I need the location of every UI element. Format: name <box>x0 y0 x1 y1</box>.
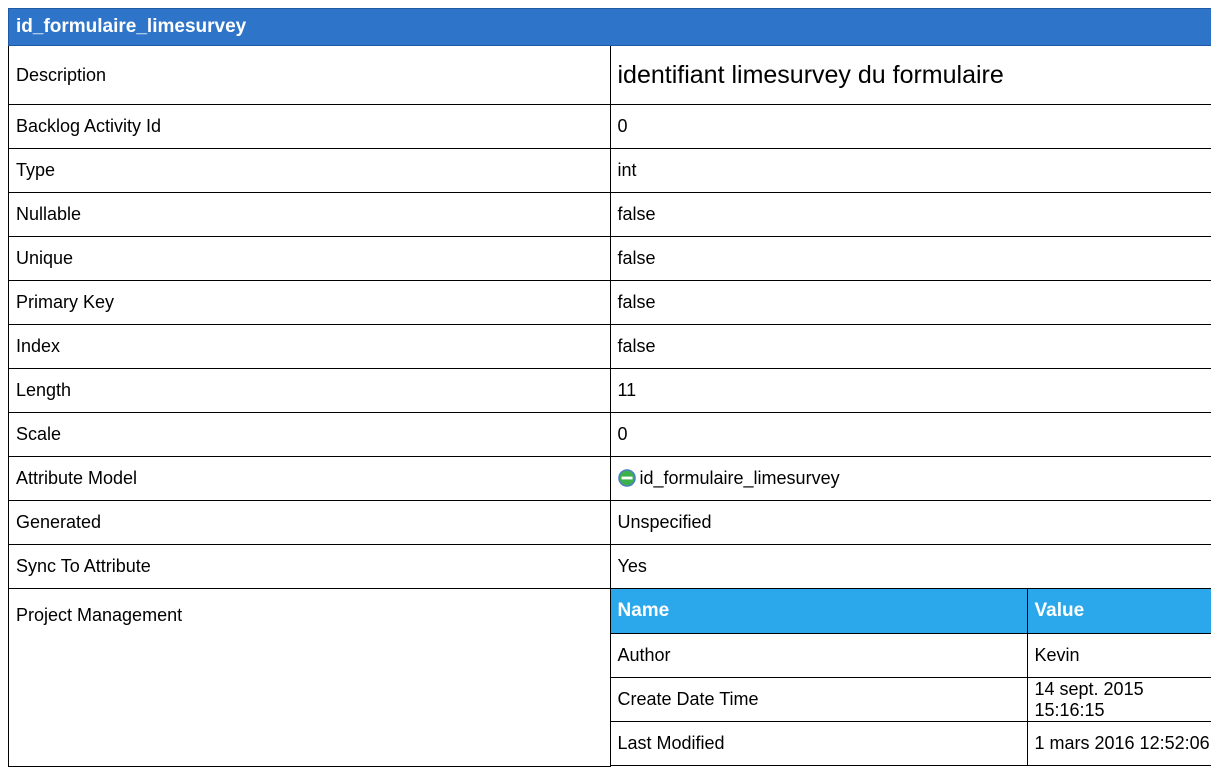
row-label: Attribute Model <box>8 456 611 501</box>
row-value-link[interactable]: id_formulaire_limesurvey <box>609 456 1211 501</box>
row-label: Primary Key <box>8 280 611 325</box>
row-label: Project Management <box>8 588 611 767</box>
row-label: Index <box>8 324 611 369</box>
table-row-description: Description identifiant limesurvey du fo… <box>8 45 1211 105</box>
pm-value: 14 sept. 2015 15:16:15 <box>1026 677 1211 722</box>
pm-value: Kevin <box>1026 633 1211 678</box>
table-row-project-management: Project Management Name Value Author Kev… <box>8 588 1211 767</box>
row-value: Unspecified <box>609 500 1211 545</box>
row-value: int <box>609 148 1211 193</box>
row-value: false <box>609 324 1211 369</box>
row-value: 0 <box>609 104 1211 149</box>
table-row-type: Type int <box>8 148 1211 193</box>
table-row: Create Date Time 14 sept. 2015 15:16:15 <box>610 677 1211 722</box>
row-value: false <box>609 280 1211 325</box>
row-label: Sync To Attribute <box>8 544 611 589</box>
pm-value: 1 mars 2016 12:52:06 <box>1026 721 1211 766</box>
table-row-scale: Scale 0 <box>8 412 1211 457</box>
row-label: Nullable <box>8 192 611 237</box>
row-value: false <box>609 192 1211 237</box>
table-row-length: Length 11 <box>8 368 1211 413</box>
pm-name: Author <box>610 633 1028 678</box>
project-management-table: Name Value Author Kevin Create Date Time <box>610 589 1211 766</box>
row-value: 11 <box>609 368 1211 413</box>
table-row-sync-to-attribute: Sync To Attribute Yes <box>8 544 1211 589</box>
row-value: false <box>609 236 1211 281</box>
column-header-name: Name <box>610 589 1028 634</box>
table-row-index: Index false <box>8 324 1211 369</box>
row-value: 0 <box>609 412 1211 457</box>
project-management-cell: Name Value Author Kevin Create Date Time <box>609 588 1211 766</box>
table-row-attribute-model: Attribute Model id_formulaire_limesurvey <box>8 456 1211 501</box>
table-row-backlog-activity-id: Backlog Activity Id 0 <box>8 104 1211 149</box>
table-row-nullable: Nullable false <box>8 192 1211 237</box>
row-label: Type <box>8 148 611 193</box>
row-label: Generated <box>8 500 611 545</box>
table-row: Last Modified 1 mars 2016 12:52:06 <box>610 721 1211 766</box>
table-title: id_formulaire_limesurvey <box>8 8 1211 46</box>
row-label: Description <box>8 45 611 105</box>
row-label: Length <box>8 368 611 413</box>
row-value: identifiant limesurvey du formulaire <box>609 45 1211 105</box>
row-label: Backlog Activity Id <box>8 104 611 149</box>
table-row-generated: Generated Unspecified <box>8 500 1211 545</box>
attribute-model-name[interactable]: id_formulaire_limesurvey <box>640 468 840 488</box>
table-row-primary-key: Primary Key false <box>8 280 1211 325</box>
table-row-unique: Unique false <box>8 236 1211 281</box>
row-label: Unique <box>8 236 611 281</box>
column-header-value: Value <box>1026 589 1211 634</box>
row-label: Scale <box>8 412 611 457</box>
attribute-icon <box>617 469 636 487</box>
pm-name: Create Date Time <box>610 677 1028 722</box>
row-value: Yes <box>609 544 1211 589</box>
pm-name: Last Modified <box>610 721 1028 766</box>
attribute-properties-table: id_formulaire_limesurvey Description ide… <box>8 8 1211 767</box>
attribute-detail-panel: id_formulaire_limesurvey Description ide… <box>8 8 1211 774</box>
table-row: Author Kevin <box>610 633 1211 678</box>
